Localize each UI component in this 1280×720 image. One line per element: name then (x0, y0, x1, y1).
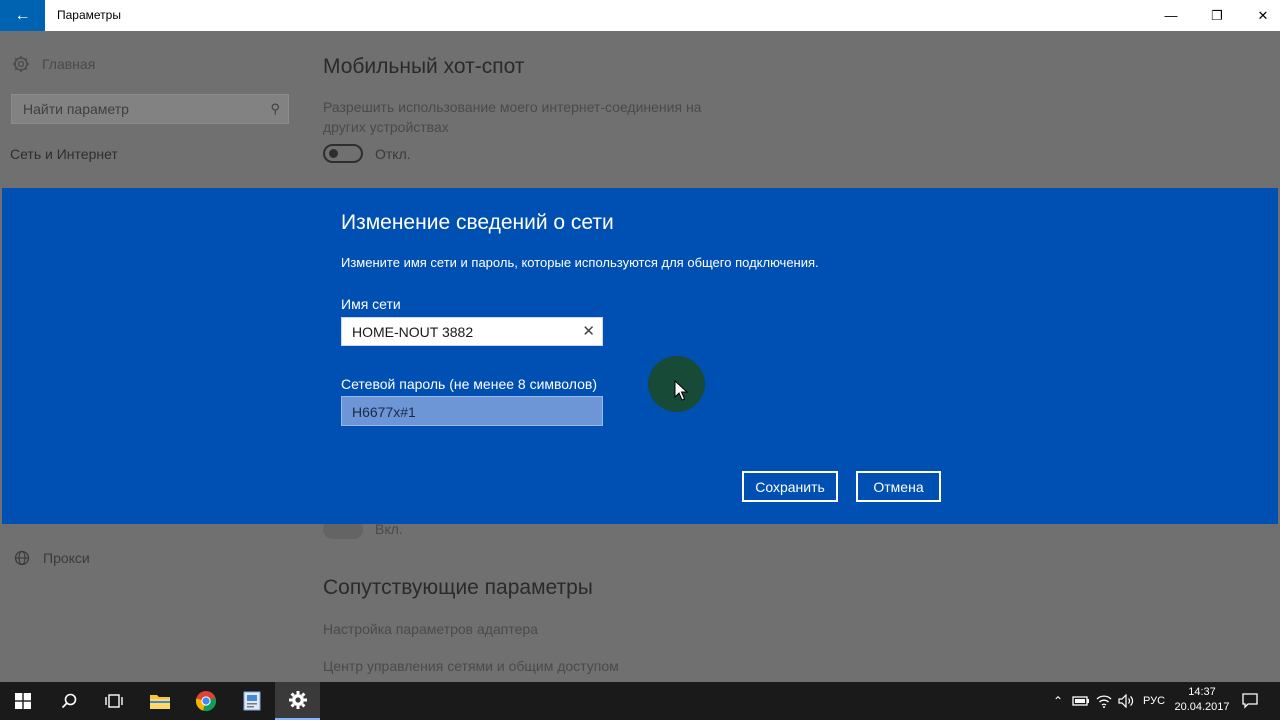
wifi-icon (1096, 695, 1112, 708)
network-name-label: Имя сети (341, 296, 401, 312)
search-icon (61, 693, 76, 709)
folder-icon (149, 695, 170, 709)
edit-network-dialog: Изменение сведений о сети Измените имя с… (2, 188, 1278, 524)
minimize-button[interactable]: — (1148, 0, 1194, 31)
chrome-icon (195, 691, 216, 712)
back-arrow-icon: ← (14, 7, 31, 24)
mouse-cursor-icon (674, 380, 688, 401)
language-indicator[interactable]: РУС (1140, 682, 1168, 720)
search-input[interactable]: Найти параметр ⚲ (11, 94, 289, 124)
battery-tray[interactable] (1070, 682, 1092, 720)
save-button[interactable]: Сохранить (742, 471, 838, 502)
battery-icon (1072, 696, 1089, 706)
app-icon (243, 691, 260, 711)
password-value: H6677x#1 (352, 404, 416, 420)
taskbar-search-button[interactable] (46, 682, 91, 720)
window-title: Параметры (57, 8, 121, 22)
toggle-knob (329, 149, 338, 158)
task-view-button[interactable] (91, 682, 136, 720)
clock[interactable]: 14:37 20.04.2017 (1171, 685, 1233, 715)
hotspot-toggle-state: Откл. (375, 146, 411, 162)
volume-tray[interactable] (1116, 682, 1136, 720)
network-center-link[interactable]: Центр управления сетями и общим доступом (323, 658, 619, 674)
back-button[interactable]: ← (0, 0, 45, 31)
globe-icon (14, 550, 30, 566)
search-placeholder: Найти параметр (23, 101, 129, 117)
network-name-field[interactable]: HOME-NOUT 3882 ✕ (341, 317, 603, 346)
password-label: Сетевой пароль (не менее 8 символов) (341, 376, 597, 392)
dialog-title: Изменение сведений о сети (341, 211, 614, 234)
gear-icon (13, 56, 29, 72)
show-hidden-icons-button[interactable]: ⌃ (1050, 682, 1066, 720)
volume-icon (1118, 694, 1134, 708)
close-button[interactable]: ✕ (1240, 0, 1280, 31)
password-field[interactable]: H6677x#1 (341, 396, 603, 426)
sidebar-item-proxy[interactable]: Прокси (14, 550, 90, 566)
file-explorer-button[interactable] (137, 682, 182, 720)
restore-button[interactable]: ❐ (1194, 0, 1240, 31)
sidebar-item-home[interactable]: Главная (12, 55, 95, 73)
clock-date: 20.04.2017 (1174, 701, 1230, 713)
clear-icon[interactable]: ✕ (582, 322, 595, 340)
hotspot-description: Разрешить использование моего интернет-с… (323, 99, 702, 135)
clock-time: 14:37 (1188, 686, 1216, 698)
page-title: Мобильный хот-спот (323, 55, 525, 78)
related-settings-title: Сопутствующие параметры (323, 576, 593, 599)
sidebar-section-title: Сеть и Интернет (10, 146, 118, 162)
windows-logo-icon (15, 693, 31, 709)
title-bar: ← Параметры — ❐ ✕ (0, 0, 1280, 31)
notification-icon (1242, 693, 1258, 709)
cancel-button[interactable]: Отмена (856, 471, 941, 502)
dialog-description: Измените имя сети и пароль, которые испо… (341, 255, 819, 270)
network-tray[interactable] (1095, 682, 1113, 720)
adapter-settings-link[interactable]: Настройка параметров адаптера (323, 621, 538, 637)
action-center-button[interactable] (1236, 682, 1264, 720)
start-button[interactable] (0, 682, 46, 720)
taskbar: ⌃ РУС 14:37 20.04.2017 (0, 682, 1280, 720)
sidebar-item-label: Главная (42, 56, 96, 72)
chrome-button[interactable] (183, 682, 228, 720)
sidebar-item-label: Прокси (43, 550, 90, 566)
task-view-icon (104, 694, 123, 708)
search-icon: ⚲ (270, 101, 280, 116)
chevron-up-icon: ⌃ (1052, 694, 1064, 708)
settings-gear-icon (288, 691, 307, 709)
app-button[interactable] (229, 682, 274, 720)
settings-taskbar-button[interactable] (275, 682, 320, 720)
network-name-value: HOME-NOUT 3882 (352, 324, 474, 340)
hotspot-toggle[interactable] (323, 144, 363, 163)
